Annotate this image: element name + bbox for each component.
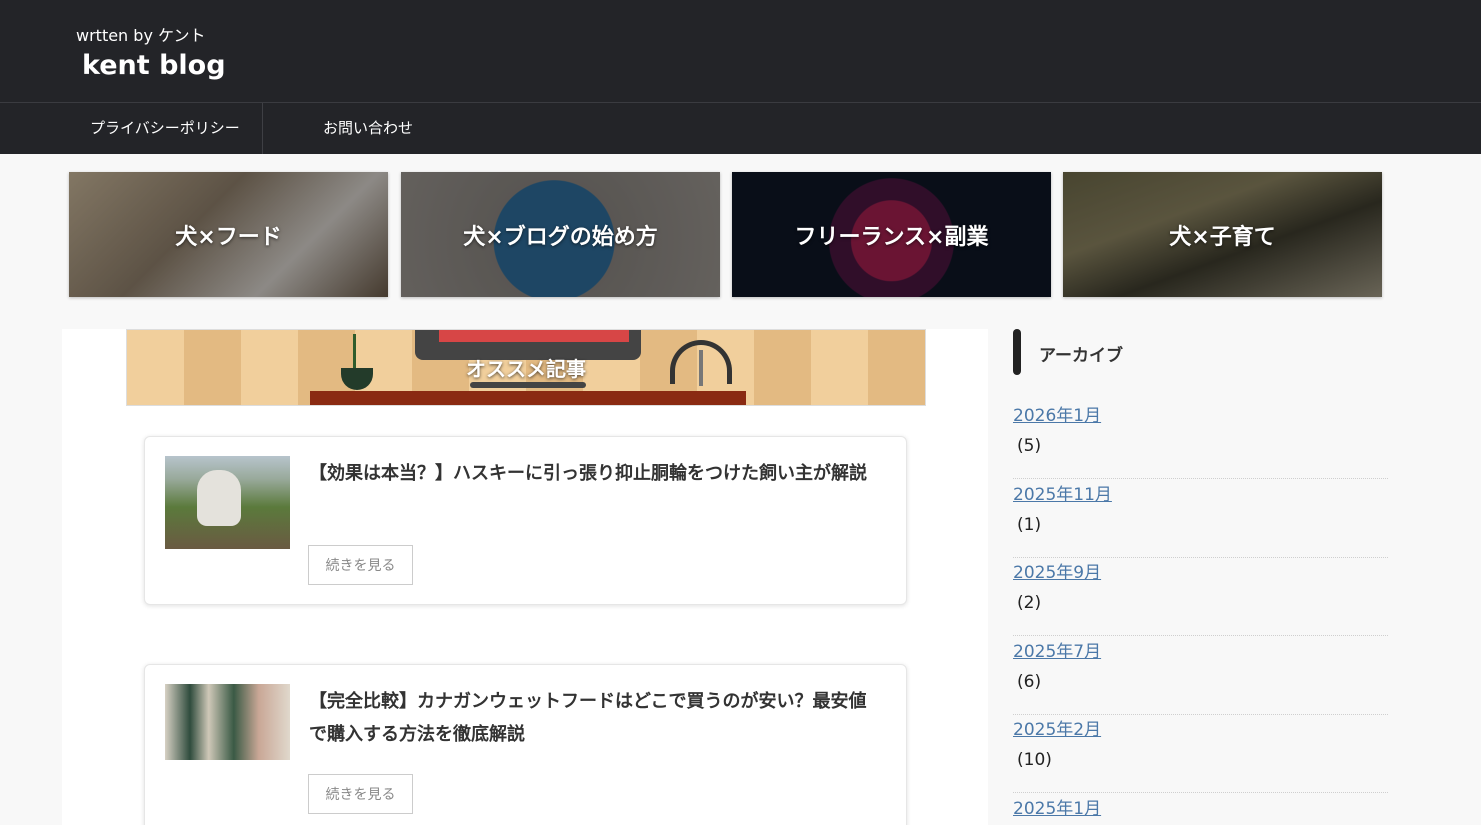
archive-item: 2025年11月 (1) (1013, 480, 1388, 558)
site-header: wrtten by ケント kent blog (0, 0, 1481, 102)
site-tagline: wrtten by ケント (76, 26, 206, 45)
banner-title: オススメ記事 (466, 357, 586, 381)
read-more-button[interactable]: 続きを見る (308, 545, 413, 585)
category-card-freelance[interactable]: フリーランス×副業 (732, 172, 1051, 297)
archive-item: 2025年1月 (1013, 794, 1388, 825)
nav-divider (262, 103, 263, 154)
article-title[interactable]: 【効果は本当？】ハスキーに引っ張り抑止胴輪をつけた飼い主が解説 (309, 457, 879, 490)
archive-link[interactable]: 2025年11月 (1013, 480, 1112, 505)
archive-link[interactable]: 2025年9月 (1013, 558, 1101, 583)
site-title-link[interactable]: kent blog (82, 50, 226, 81)
nav-item-contact[interactable]: お問い合わせ (323, 103, 413, 154)
archive-count: (1) (1017, 515, 1042, 535)
article-card[interactable]: 【完全比較】カナガンウェットフードはどこで買うのが安い？最安値で購入する方法を徹… (144, 664, 907, 825)
category-label: 犬×フード (175, 224, 282, 250)
sidebar-heading-text: アーカイブ (1039, 346, 1123, 366)
archive-link[interactable]: 2026年1月 (1013, 401, 1101, 426)
category-card-parenting[interactable]: 犬×子育て (1063, 172, 1382, 297)
archive-count: (2) (1017, 593, 1042, 613)
article-thumbnail[interactable] (165, 684, 290, 760)
recommended-banner: オススメ記事 (126, 329, 926, 406)
archive-count: (5) (1017, 436, 1042, 456)
archive-item: 2025年2月 (10) (1013, 715, 1388, 793)
article-title[interactable]: 【完全比較】カナガンウェットフードはどこで買うのが安い？最安値で購入する方法を徹… (309, 685, 879, 751)
category-label: 犬×ブログの始め方 (463, 224, 658, 250)
category-label: 犬×子育て (1169, 224, 1276, 250)
global-nav: プライバシーポリシー お問い合わせ (0, 102, 1481, 154)
archive-link[interactable]: 2025年1月 (1013, 794, 1101, 819)
archive-count: (10) (1017, 750, 1052, 770)
category-label: フリーランス×副業 (794, 224, 989, 250)
heading-accent-bar (1013, 329, 1021, 375)
category-card-blog-start[interactable]: 犬×ブログの始め方 (401, 172, 720, 297)
archive-item: 2025年7月 (6) (1013, 637, 1388, 715)
archive-link[interactable]: 2025年2月 (1013, 715, 1101, 740)
archive-count: (6) (1017, 672, 1042, 692)
archive-item: 2026年1月 (5) (1013, 401, 1388, 479)
archive-item: 2025年9月 (2) (1013, 558, 1388, 636)
nav-item-privacy-policy[interactable]: プライバシーポリシー (90, 103, 240, 154)
archive-link[interactable]: 2025年7月 (1013, 637, 1101, 662)
article-card[interactable]: 【効果は本当？】ハスキーに引っ張り抑止胴輪をつけた飼い主が解説 続きを見る (144, 436, 907, 605)
sidebar-heading: アーカイブ (1013, 329, 1388, 375)
desk-illustration (310, 391, 746, 405)
read-more-button[interactable]: 続きを見る (308, 774, 413, 814)
category-card-dog-food[interactable]: 犬×フード (69, 172, 388, 297)
article-thumbnail[interactable] (165, 456, 290, 549)
